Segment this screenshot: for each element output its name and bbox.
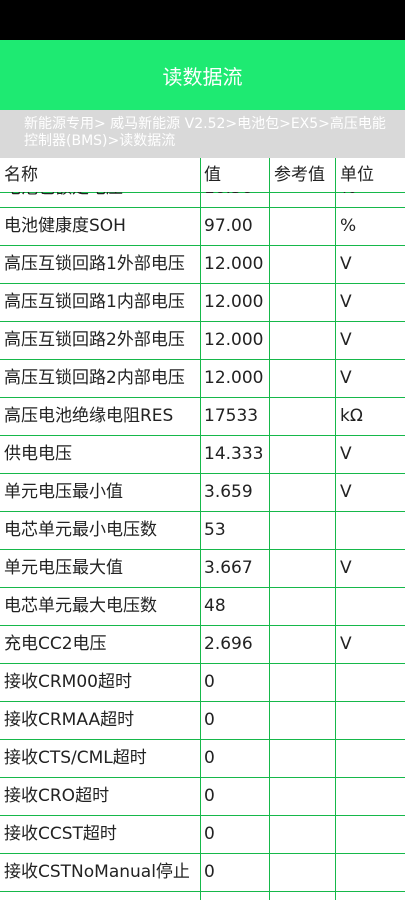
row-value: 10.50	[204, 192, 253, 207]
column-header-unit: 单位	[340, 165, 374, 185]
breadcrumb: 新能源专用> 威马新能源 V2.52>电池包>EX5>高压电能控制器(BMS)>…	[0, 110, 405, 158]
row-unit: V	[340, 444, 352, 464]
row-unit: %	[340, 192, 356, 207]
row-name: 高压互锁回路1内部电压	[4, 292, 185, 312]
table-row[interactable]: 高压互锁回路2内部电压 12.000 V	[0, 360, 405, 398]
row-unit: V	[340, 482, 352, 502]
row-name: 接收CRM00超时	[4, 672, 132, 692]
row-name: 高压互锁回路1外部电压	[4, 254, 185, 274]
table-row[interactable]: 接收CTS/CML超时 0	[0, 740, 405, 778]
table-row[interactable]: 充电器最大输出电压 0 V	[0, 892, 405, 900]
row-name: 电芯单元最大电压数	[4, 596, 157, 616]
page-title: 读数据流	[162, 64, 243, 89]
row-name: 高压互锁回路2内部电压	[4, 368, 185, 388]
row-name: 电池包额定电压	[4, 192, 123, 207]
row-name: 充电器最大输出电压	[4, 892, 157, 900]
row-name: 高压电池绝缘电阻RES	[4, 406, 174, 426]
table-row[interactable]: 接收CCST超时 0	[0, 816, 405, 854]
row-name: 电池健康度SOH	[4, 216, 126, 236]
table-row[interactable]: 充电CC2电压 2.696 V	[0, 626, 405, 664]
row-unit: V	[340, 634, 352, 654]
row-value: 2.696	[204, 634, 253, 654]
row-value: 0	[204, 862, 215, 882]
row-name: 接收CRMAA超时	[4, 710, 135, 730]
data-stream-list[interactable]: 电池包额定电压 10.50% 电池健康度SOH 97.00% 高压互锁回路1外部电压 12…	[0, 192, 405, 900]
data-stream-rows: 电池包额定电压 10.50% 电池健康度SOH 97.00% 高压互锁回路1外部电压 12…	[0, 192, 405, 900]
row-unit: %	[340, 216, 357, 236]
column-header-value: 值	[204, 165, 221, 185]
table-row[interactable]: 供电电压 14.333 V	[0, 436, 405, 474]
row-value: 0	[204, 824, 215, 844]
row-value: 0	[204, 710, 215, 730]
row-unit: V	[340, 330, 352, 350]
table-row[interactable]: 接收CRO超时 0	[0, 778, 405, 816]
column-divider-reference	[269, 158, 270, 900]
row-value: 48	[204, 596, 226, 616]
table-row[interactable]: 电芯单元最大电压数 48	[0, 588, 405, 626]
row-unit: V	[340, 892, 352, 900]
row-name: 接收CTS/CML超时	[4, 748, 147, 768]
row-value: 3.659	[204, 482, 253, 502]
table-row[interactable]: 单元电压最小值 3.659 V	[0, 474, 405, 512]
row-unit: V	[340, 254, 352, 274]
row-value: 0	[204, 892, 215, 900]
table-row[interactable]: 高压互锁回路1外部电压 12.000 V	[0, 246, 405, 284]
title-bar: 读数据流	[0, 40, 405, 110]
row-name: 接收CCST超时	[4, 824, 117, 844]
row-name: 单元电压最大值	[4, 558, 123, 578]
table-row[interactable]: 接收CSTNoManual停止 0	[0, 854, 405, 892]
column-header-name: 名称	[4, 165, 38, 185]
column-divider-unit	[335, 158, 336, 900]
row-name: 单元电压最小值	[4, 482, 123, 502]
table-row[interactable]: 高压互锁回路2外部电压 12.000 V	[0, 322, 405, 360]
row-unit: V	[340, 368, 352, 388]
column-header-reference: 参考值	[274, 165, 325, 185]
table-row[interactable]: 电池健康度SOH 97.00%	[0, 208, 405, 246]
row-value: 3.667	[204, 558, 253, 578]
row-value: 12.000	[204, 292, 264, 312]
row-unit: V	[340, 292, 352, 312]
table-row[interactable]: 接收CRMAA超时 0	[0, 702, 405, 740]
row-value: 53	[204, 520, 226, 540]
table-row[interactable]: 单元电压最大值 3.667 V	[0, 550, 405, 588]
row-value: 0	[204, 786, 215, 806]
table-row[interactable]: 高压电池绝缘电阻RES 17533 kΩ	[0, 398, 405, 436]
row-value: 0	[204, 672, 215, 692]
status-bar	[0, 0, 405, 40]
row-value: 0	[204, 748, 215, 768]
table-row[interactable]: 高压互锁回路1内部电压 12.000 V	[0, 284, 405, 322]
row-value: 12.000	[204, 254, 264, 274]
row-value: 12.000	[204, 330, 264, 350]
row-name: 高压互锁回路2外部电压	[4, 330, 185, 350]
row-name: 接收CSTNoManual停止	[4, 862, 190, 882]
row-name: 充电CC2电压	[4, 634, 107, 654]
row-value: 14.333	[204, 444, 264, 464]
row-name: 电芯单元最小电压数	[4, 520, 157, 540]
row-value: 12.000	[204, 368, 264, 388]
row-name: 供电电压	[4, 444, 72, 464]
table-row[interactable]: 电池包额定电压 10.50%	[0, 192, 405, 208]
column-divider-value	[200, 158, 201, 900]
row-unit: kΩ	[340, 406, 363, 426]
row-value: 97.00	[204, 216, 253, 236]
table-row[interactable]: 接收CRM00超时 0	[0, 664, 405, 702]
table-header: 名称 值 参考值 单位	[0, 158, 405, 193]
row-unit: V	[340, 558, 352, 578]
row-value: 17533	[204, 406, 259, 426]
row-name: 接收CRO超时	[4, 786, 110, 806]
table-row[interactable]: 电芯单元最小电压数 53	[0, 512, 405, 550]
